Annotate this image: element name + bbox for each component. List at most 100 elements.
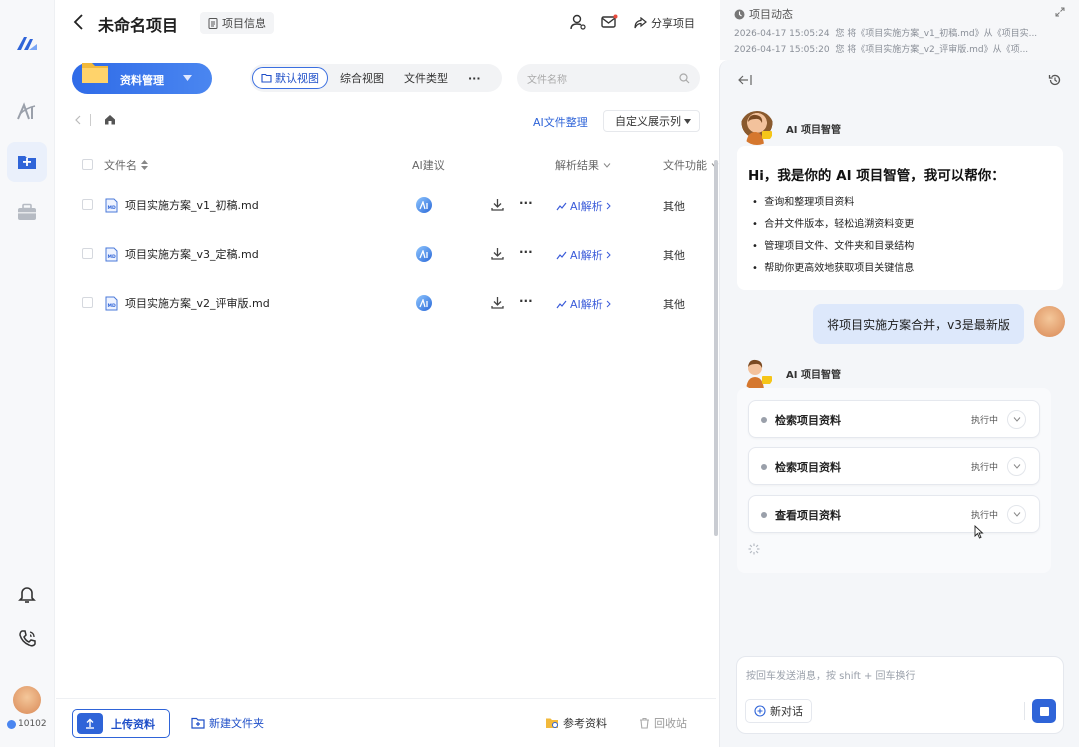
more-icon[interactable]: ··· bbox=[519, 196, 533, 210]
table-row[interactable]: MD 项目实施方案_v1_初稿.md ··· AI解析 其他 bbox=[72, 180, 712, 229]
row-checkbox[interactable] bbox=[82, 297, 93, 308]
step-status-dot bbox=[761, 464, 767, 470]
col-header-name[interactable]: 文件名 bbox=[104, 157, 148, 173]
ai-suggest-icon[interactable] bbox=[416, 246, 432, 262]
stop-button[interactable] bbox=[1032, 699, 1056, 723]
task-step[interactable]: 检索项目资料 执行中 bbox=[748, 447, 1040, 485]
new-chat-button[interactable]: 新对话 bbox=[745, 699, 812, 723]
step-status: 执行中 bbox=[971, 463, 999, 473]
ai-nav-icon[interactable] bbox=[7, 92, 47, 132]
download-icon[interactable] bbox=[491, 198, 504, 211]
row-checkbox[interactable] bbox=[82, 248, 93, 259]
project-info-button[interactable]: 项目信息 bbox=[200, 12, 274, 34]
coin-icon bbox=[7, 719, 16, 729]
tab-default-view[interactable]: 默认视图 bbox=[252, 67, 328, 89]
ai-suggest-icon[interactable] bbox=[416, 197, 432, 213]
upload-button[interactable]: 上传资料 bbox=[72, 709, 170, 738]
more-icon[interactable]: ··· bbox=[519, 245, 533, 259]
ai-parse-link[interactable]: AI解析 bbox=[556, 247, 611, 263]
file-name-text: 项目实施方案_v3_定稿.md bbox=[125, 248, 259, 261]
chevron-down-icon[interactable] bbox=[1007, 505, 1026, 524]
reference-button[interactable]: 参考资料 bbox=[545, 715, 607, 731]
activity-item[interactable]: 2026-04-17 15:05:24 您 将《项目实施方案_v1_初稿.md》… bbox=[734, 26, 1074, 39]
new-folder-button[interactable]: 新建文件夹 bbox=[191, 715, 264, 731]
ai-suggest-icon[interactable] bbox=[416, 295, 432, 311]
table-row[interactable]: MD 项目实施方案_v3_定稿.md ··· AI解析 其他 bbox=[72, 229, 712, 278]
share-label: 分享项目 bbox=[651, 17, 695, 30]
file-name-cell[interactable]: MD 项目实施方案_v1_初稿.md bbox=[105, 197, 259, 213]
chevron-down-icon[interactable] bbox=[1007, 410, 1026, 429]
trend-icon bbox=[556, 251, 567, 259]
bell-icon[interactable] bbox=[7, 574, 47, 614]
folder-nav-icon[interactable] bbox=[7, 142, 47, 182]
trash-icon bbox=[640, 717, 649, 729]
assistant-avatar bbox=[740, 111, 774, 145]
step-label: 查看项目资料 bbox=[775, 509, 841, 522]
ai-parse-label: AI解析 bbox=[570, 298, 603, 311]
custom-columns-button[interactable]: 自定义展示列 bbox=[603, 110, 700, 132]
markdown-file-icon: MD bbox=[105, 247, 118, 261]
upload-icon bbox=[77, 713, 103, 734]
chat-input-placeholder[interactable]: 按回车发送消息，按 shift + 回车换行 bbox=[746, 667, 916, 682]
breadcrumb-back-icon[interactable] bbox=[74, 115, 82, 125]
step-status: 执行中 bbox=[971, 511, 999, 521]
resource-manager-dropdown[interactable]: 资料管理 bbox=[72, 63, 212, 94]
user-avatar[interactable] bbox=[13, 686, 41, 714]
main-scrollbar[interactable] bbox=[714, 160, 718, 536]
home-icon[interactable] bbox=[104, 114, 116, 125]
assistant-name: AI 项目智管 bbox=[786, 125, 841, 136]
recycle-bin-button[interactable]: 回收站 bbox=[639, 715, 687, 731]
chevron-down-icon[interactable] bbox=[1007, 457, 1026, 476]
search-placeholder: 文件名称 bbox=[527, 74, 567, 86]
file-name-text: 项目实施方案_v1_初稿.md bbox=[125, 199, 259, 212]
file-name-cell[interactable]: MD 项目实施方案_v2_评审版.md bbox=[105, 295, 270, 311]
col-header-name-label: 文件名 bbox=[104, 159, 137, 172]
ai-organize-button[interactable]: AI文件整理 bbox=[533, 114, 588, 130]
doc-icon bbox=[208, 17, 218, 29]
task-step[interactable]: 查看项目资料 执行中 bbox=[748, 495, 1040, 533]
clock-icon bbox=[734, 9, 745, 19]
add-folder-icon bbox=[191, 717, 205, 729]
expand-icon[interactable] bbox=[1055, 7, 1065, 17]
reference-folder-icon bbox=[546, 718, 558, 728]
share-project-button[interactable]: 分享项目 bbox=[634, 15, 695, 31]
chevron-right-icon bbox=[606, 202, 611, 210]
more-icon[interactable]: ··· bbox=[519, 294, 533, 308]
mail-icon[interactable] bbox=[601, 14, 618, 29]
download-icon[interactable] bbox=[491, 296, 504, 309]
tab-combined-view[interactable]: 综合视图 bbox=[332, 67, 392, 89]
col-header-parse[interactable]: 解析结果 bbox=[555, 157, 611, 173]
row-checkbox[interactable] bbox=[82, 199, 93, 210]
assistant-name: AI 项目智管 bbox=[786, 370, 841, 381]
file-function-cell: 其他 bbox=[663, 200, 685, 213]
step-label: 检索项目资料 bbox=[775, 461, 841, 474]
ai-parse-link[interactable]: AI解析 bbox=[556, 296, 611, 312]
col-header-function-label: 文件功能 bbox=[663, 159, 707, 172]
phone-icon[interactable] bbox=[7, 618, 47, 658]
download-icon[interactable] bbox=[491, 247, 504, 260]
table-row[interactable]: MD 项目实施方案_v2_评审版.md ··· AI解析 其他 bbox=[72, 278, 712, 327]
app-logo-icon bbox=[15, 34, 39, 52]
task-step[interactable]: 检索项目资料 执行中 bbox=[748, 400, 1040, 438]
chevron-down-icon bbox=[603, 162, 611, 168]
history-icon[interactable] bbox=[1048, 73, 1062, 87]
sort-icon bbox=[141, 160, 148, 170]
activity-text: 您 将《项目实施方案_v1_初稿.md》从《项目实... bbox=[835, 29, 1038, 39]
activity-item[interactable]: 2026-04-17 15:05:20 您 将《项目实施方案_v2_评审版.md… bbox=[734, 42, 1074, 55]
project-activity-panel: 项目动态 2026-04-17 15:05:24 您 将《项目实施方案_v1_初… bbox=[720, 0, 1079, 60]
back-button[interactable] bbox=[72, 13, 86, 31]
more-tabs-button[interactable]: ··· bbox=[460, 67, 489, 89]
briefcase-nav-icon[interactable] bbox=[7, 192, 47, 232]
activity-header: 项目动态 bbox=[734, 6, 793, 22]
recycle-label: 回收站 bbox=[654, 717, 687, 730]
col-header-function[interactable]: 文件功能 bbox=[663, 157, 719, 173]
folder-icon bbox=[80, 57, 110, 87]
collapse-panel-icon[interactable] bbox=[738, 74, 752, 86]
tab-file-type[interactable]: 文件类型 bbox=[396, 67, 456, 89]
ai-parse-link[interactable]: AI解析 bbox=[556, 198, 611, 214]
search-input[interactable]: 文件名称 bbox=[517, 64, 700, 92]
member-icon[interactable] bbox=[570, 14, 586, 30]
file-name-cell[interactable]: MD 项目实施方案_v3_定稿.md bbox=[105, 246, 259, 262]
step-status-dot bbox=[761, 512, 767, 518]
select-all-checkbox[interactable] bbox=[82, 159, 93, 170]
